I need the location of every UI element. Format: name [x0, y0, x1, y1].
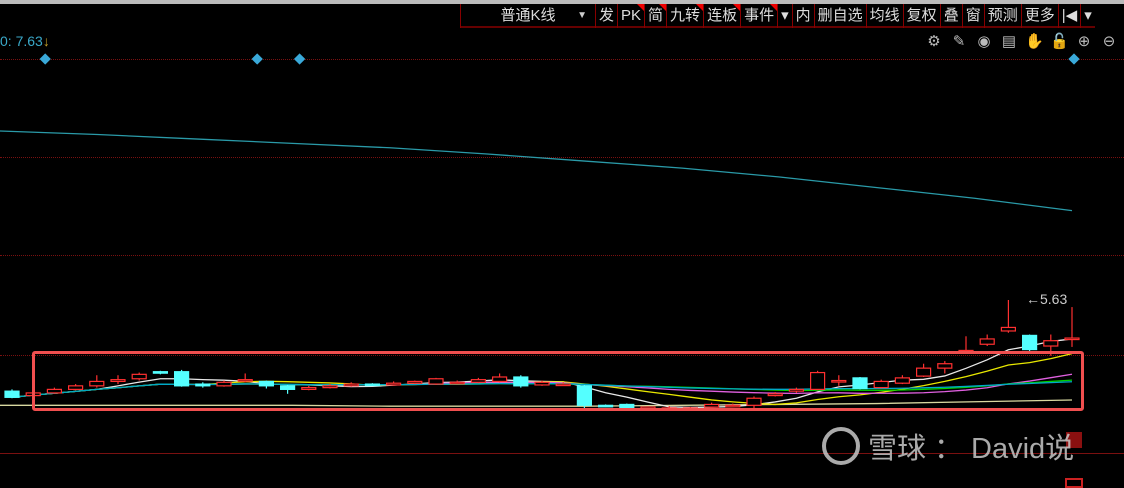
watermark-separator: ：: [934, 433, 964, 465]
candle-up[interactable]: [1043, 340, 1059, 347]
event-marker-icon[interactable]: [1068, 53, 1080, 65]
xueqiu-logo-icon: [822, 427, 860, 465]
candle-down[interactable]: [4, 390, 20, 398]
event-marker-icon[interactable]: [39, 53, 51, 65]
candle-up[interactable]: [1064, 337, 1080, 341]
watermark: 雪球： David说: [822, 425, 1074, 467]
candle-up[interactable]: [1000, 326, 1017, 332]
candle-partial: [1065, 478, 1083, 488]
highlight-box: [32, 351, 1084, 411]
kline-chart[interactable]: [0, 0, 1124, 485]
watermark-author: David说: [971, 433, 1075, 465]
event-marker-icon[interactable]: [293, 53, 306, 65]
candle-down[interactable]: [1021, 334, 1038, 351]
event-marker-icon[interactable]: [251, 53, 263, 65]
high-price-value: 5.63: [1040, 291, 1068, 307]
high-price-tag: ←5.63: [1026, 291, 1068, 307]
candle-up[interactable]: [979, 338, 995, 345]
ma-long-line: [0, 130, 1073, 212]
watermark-brand: 雪球: [868, 433, 927, 465]
